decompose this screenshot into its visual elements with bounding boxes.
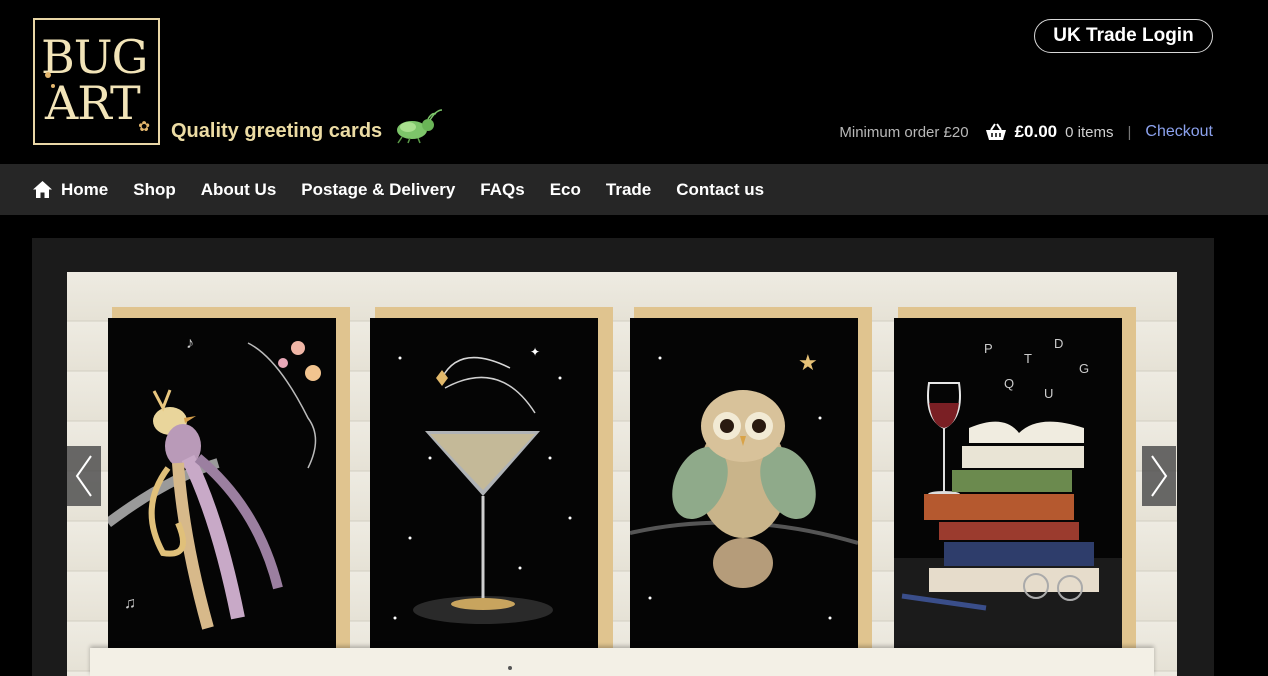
tagline: Quality greeting cards [171,120,383,142]
owl-illustration: ★ [630,350,858,620]
logo-dot [45,72,51,78]
logo-line-2: ART [45,76,141,130]
chevron-right-icon [1151,455,1168,497]
card-cocktail-glass[interactable]: ✦ [370,318,598,648]
basket-icon[interactable] [985,123,1007,141]
card-books-and-wine[interactable]: P T D Q G U [894,318,1122,648]
card-owl[interactable]: ★ [630,318,858,648]
checkout-link[interactable]: Checkout [1145,123,1213,141]
cart-item-count[interactable]: 0 items [1065,124,1113,141]
slider-prev-button[interactable] [67,446,101,506]
nav-trade[interactable]: Trade [606,180,651,200]
logo-line-1: BUG [41,30,148,84]
svg-text:★: ★ [798,350,818,375]
card-bird-of-paradise[interactable]: ♪ ♫ [108,318,336,648]
nav-about-us[interactable]: About Us [201,180,277,200]
bug-art-logo[interactable]: BUG ART ✿ [33,18,160,145]
flower-icon: ✿ [138,118,150,134]
svg-text:T: T [1024,351,1032,366]
chevron-left-icon [75,455,92,497]
bug-icon [397,109,443,144]
svg-text:G: G [1079,361,1089,376]
nav-contact-us[interactable]: Contact us [676,180,764,200]
trade-login-button[interactable]: UK Trade Login [1034,19,1213,53]
nav-home[interactable]: Home [33,180,108,200]
nav-shop[interactable]: Shop [133,180,176,200]
cocktail-illustration: ✦ [393,345,572,624]
svg-text:♫: ♫ [124,595,136,612]
svg-text:D: D [1054,336,1063,351]
home-icon [33,181,52,198]
nav-postage-delivery[interactable]: Postage & Delivery [301,180,455,200]
svg-text:Q: Q [1004,376,1014,391]
books-illustration: P T D Q G U [894,336,1122,648]
svg-text:U: U [1044,386,1053,401]
slide-indicator[interactable] [508,666,512,670]
svg-text:♪: ♪ [186,335,194,352]
minimum-order-note: Minimum order £20 [839,123,969,141]
divider: | [1127,123,1132,141]
nav-label: Home [61,179,109,199]
nav-faqs[interactable]: FAQs [480,180,524,200]
cart-total[interactable]: £0.00 [1015,122,1058,142]
nav-eco[interactable]: Eco [550,180,581,200]
main-nav: Home Shop About Us Postage & Delivery FA… [0,164,1268,215]
slider-next-button[interactable] [1142,446,1176,506]
display-shelf [90,648,1154,676]
svg-text:P: P [984,341,993,356]
bird-illustration: ♪ ♫ [108,335,321,630]
cart-summary: Minimum order £20 £0.00 0 items | Checko… [839,122,1213,142]
logo-dot [51,84,55,88]
svg-text:✦: ✦ [530,345,540,359]
